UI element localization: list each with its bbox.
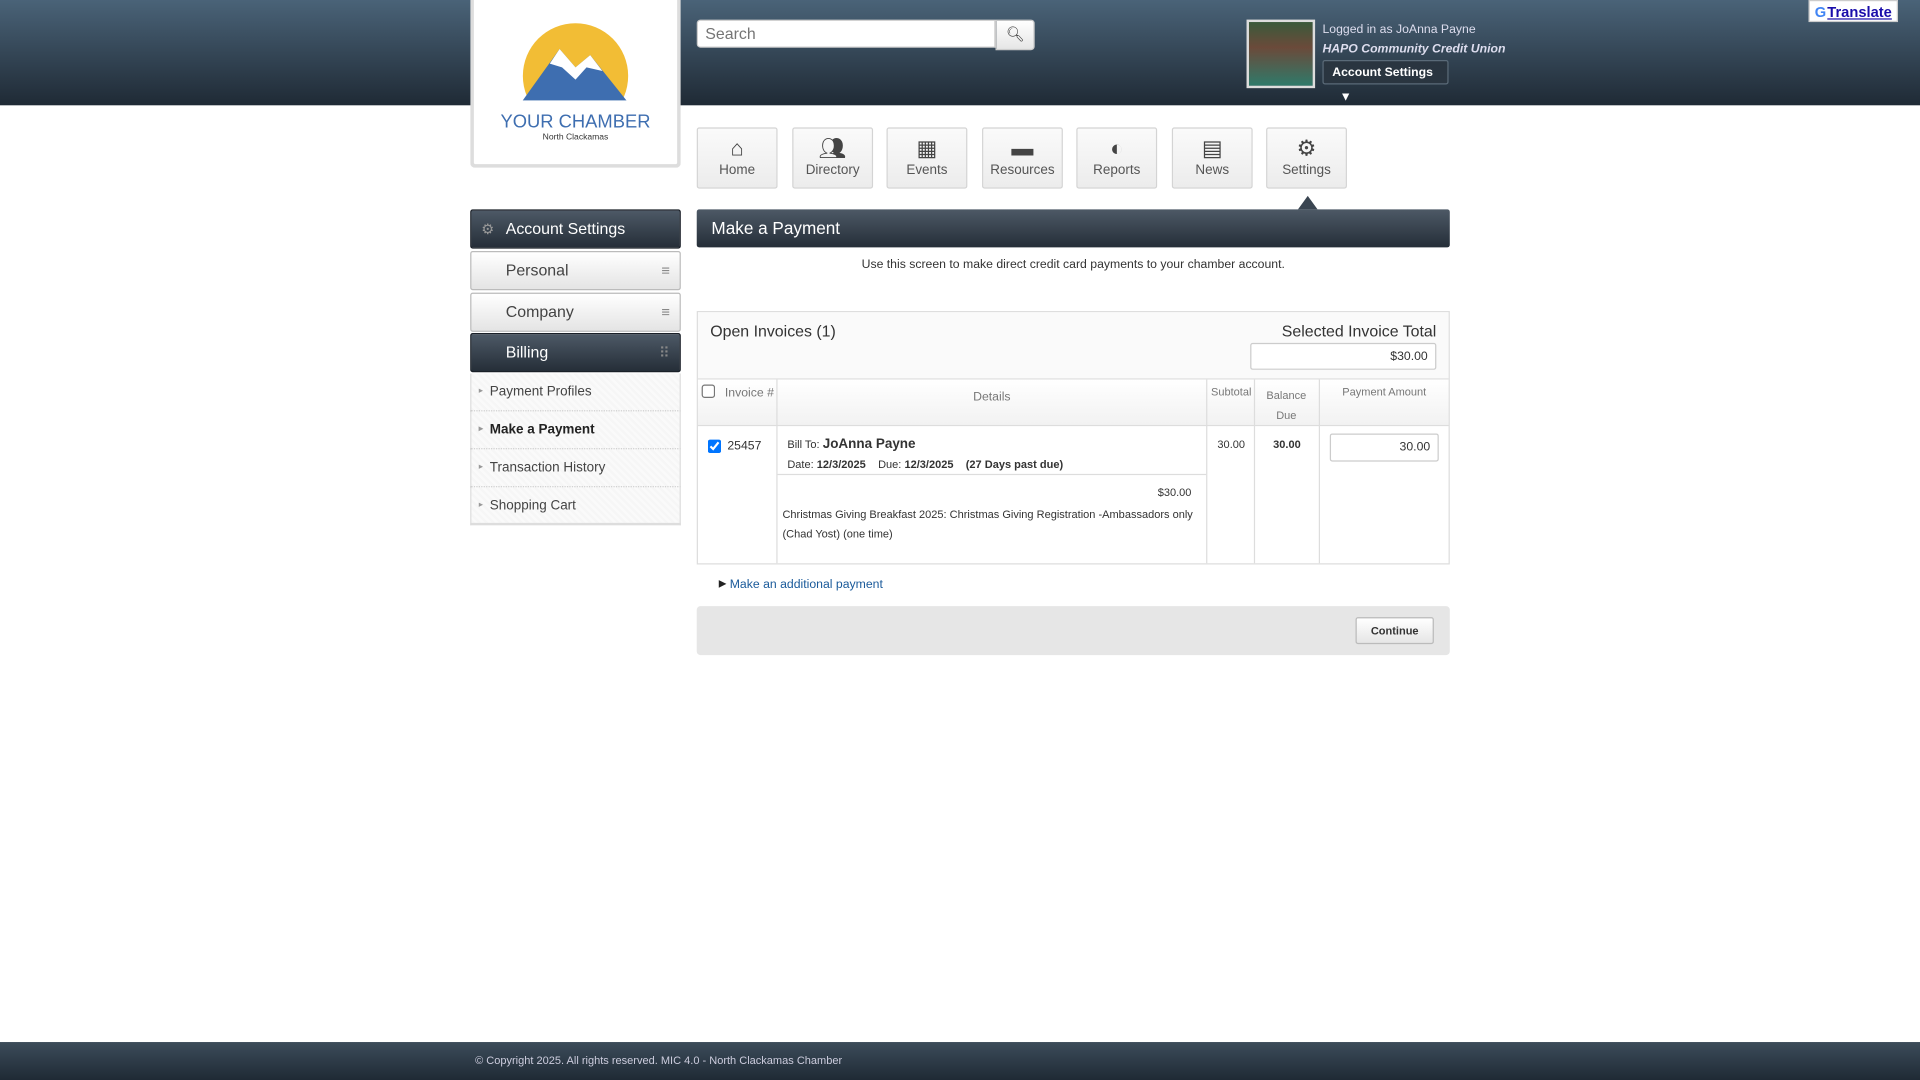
search-input[interactable]	[696, 19, 996, 48]
translate-label: Translate	[1827, 3, 1892, 21]
nav-label: News	[1195, 162, 1230, 178]
sub-label: Make a Payment	[489, 422, 595, 438]
menu-icon: ≡	[661, 303, 670, 321]
logged-in-text: Logged in as JoAnna Payne	[1322, 23, 1476, 37]
due-date: 12/3/2025	[904, 457, 954, 471]
select-all-checkbox[interactable]	[701, 384, 716, 398]
top-bar	[0, 0, 1920, 106]
sidebar-sub-transaction-history[interactable]: Transaction History	[470, 449, 681, 488]
home-icon: ⌂	[730, 135, 744, 161]
sidebar-item-personal[interactable]: Personal ≡	[470, 251, 681, 291]
nav-settings[interactable]: ⚙ Settings	[1266, 127, 1347, 189]
caret-right-icon: ▶	[718, 577, 727, 589]
calendar-icon: ▦	[916, 135, 938, 161]
nav-label: Resources	[990, 162, 1055, 178]
open-invoices-heading: Open Invoices (1)	[710, 322, 836, 341]
chevron-down-icon: ▼	[1339, 90, 1352, 105]
account-settings-label: Account Settings	[1332, 66, 1433, 80]
intro-text: Use this screen to make direct credit ca…	[861, 258, 1285, 272]
active-nav-pointer	[1297, 195, 1318, 210]
invoices-panel: Open Invoices (1) Selected Invoice Total…	[696, 311, 1450, 565]
past-due-badge: (27 Days past due)	[965, 457, 1064, 471]
svg-text:North Clackamas: North Clackamas	[543, 132, 609, 142]
subtotal-value: 30.00	[1217, 438, 1246, 451]
due-label: Due:	[878, 457, 902, 471]
account-settings-dropdown[interactable]: Account Settings ▼	[1322, 60, 1449, 104]
logo-mountain-icon: YOUR CHAMBER North Clackamas	[498, 23, 653, 142]
invoice-dates: Date: 12/3/2025 Due: 12/3/2025 (27 Days …	[787, 458, 1063, 470]
sidebar-item-label: Billing	[505, 342, 549, 362]
sidebar-sub-shopping-cart[interactable]: Shopping Cart	[470, 487, 681, 526]
continue-button[interactable]: Continue	[1355, 617, 1434, 645]
search-button[interactable]: 🔍︎	[995, 19, 1035, 51]
bill-to: Bill To: JoAnna Payne	[787, 437, 915, 452]
invoice-checkbox[interactable]	[707, 439, 722, 454]
sidebar-item-billing[interactable]: Billing ⠿	[470, 333, 681, 373]
sidebar-sub-make-payment[interactable]: Make a Payment	[470, 411, 681, 450]
search-icon: 🔍︎	[1005, 25, 1025, 43]
balance-value: 30.00	[1273, 438, 1301, 451]
google-icon: G	[1814, 3, 1827, 21]
nav-directory[interactable]: 👥︎ Directory	[792, 127, 874, 189]
pie-icon: ◐	[1110, 135, 1124, 161]
additional-payment-label: Make an additional payment	[729, 577, 883, 592]
nav-resources[interactable]: ▬ Resources	[982, 127, 1063, 189]
bill-to-name: JoAnna Payne	[822, 437, 916, 452]
nav-label: Settings	[1282, 162, 1331, 178]
col-payment-amount: Payment Amount	[1342, 385, 1427, 398]
menu-icon: ≡	[661, 262, 670, 280]
translate-button[interactable]: G Translate	[1808, 0, 1898, 23]
nav-news[interactable]: ▤ News	[1171, 127, 1253, 189]
nav-home[interactable]: ⌂ Home	[696, 127, 778, 189]
sidebar-title: ⚙ Account Settings	[470, 209, 681, 249]
footer: © Copyright 2025. All rights reserved. M…	[0, 1042, 1920, 1080]
sidebar-item-label: Personal	[505, 260, 569, 280]
nav-events[interactable]: ▦ Events	[886, 127, 968, 189]
col-subtotal: Subtotal	[1211, 385, 1252, 398]
avatar[interactable]	[1246, 19, 1316, 89]
additional-payment-link[interactable]: ▶ Make an additional payment	[719, 578, 883, 591]
grid-icon: ⠿	[659, 344, 670, 362]
org-name: HAPO Community Credit Union	[1322, 42, 1506, 57]
invoice-number: 25457	[727, 439, 762, 454]
sidebar-title-label: Account Settings	[505, 219, 626, 238]
news-icon: ▤	[1201, 135, 1223, 161]
chamber-logo[interactable]: YOUR CHAMBER North Clackamas	[470, 0, 681, 168]
selected-total-field	[1250, 342, 1437, 370]
nav-label: Events	[906, 162, 948, 178]
sidebar-item-label: Company	[505, 302, 574, 321]
sub-label: Shopping Cart	[489, 498, 576, 514]
col-invoice: Invoice #	[724, 386, 774, 401]
nav-label: Reports	[1093, 162, 1141, 178]
nav-reports[interactable]: ◐ Reports	[1076, 127, 1158, 189]
svg-text:YOUR CHAMBER: YOUR CHAMBER	[501, 110, 651, 131]
action-bar	[696, 606, 1450, 656]
invoice-date: 12/3/2025	[816, 457, 866, 471]
payment-amount-input[interactable]	[1329, 433, 1439, 462]
sub-label: Payment Profiles	[489, 384, 592, 400]
line-description: Christmas Giving Breakfast 2025: Christm…	[782, 508, 1193, 541]
people-icon: 👥︎	[818, 135, 847, 161]
line-amount: $30.00	[1157, 486, 1192, 499]
col-balance-due: Balance Due	[1266, 389, 1307, 422]
bill-to-label: Bill To:	[787, 438, 820, 451]
selected-total-label: Selected Invoice Total	[1281, 322, 1437, 341]
gear-icon: ⚙	[1296, 135, 1317, 161]
nav-label: Home	[719, 162, 756, 178]
gear-icon: ⚙	[481, 220, 495, 238]
nav-label: Directory	[805, 162, 860, 178]
date-label: Date:	[787, 457, 814, 471]
sub-label: Transaction History	[489, 460, 606, 476]
col-details: Details	[973, 390, 1011, 405]
page-title: Make a Payment	[696, 209, 1450, 248]
sidebar-item-company[interactable]: Company ≡	[470, 292, 681, 332]
sidebar-sub-payment-profiles[interactable]: Payment Profiles	[470, 373, 681, 412]
folder-icon: ▬	[1011, 135, 1034, 161]
